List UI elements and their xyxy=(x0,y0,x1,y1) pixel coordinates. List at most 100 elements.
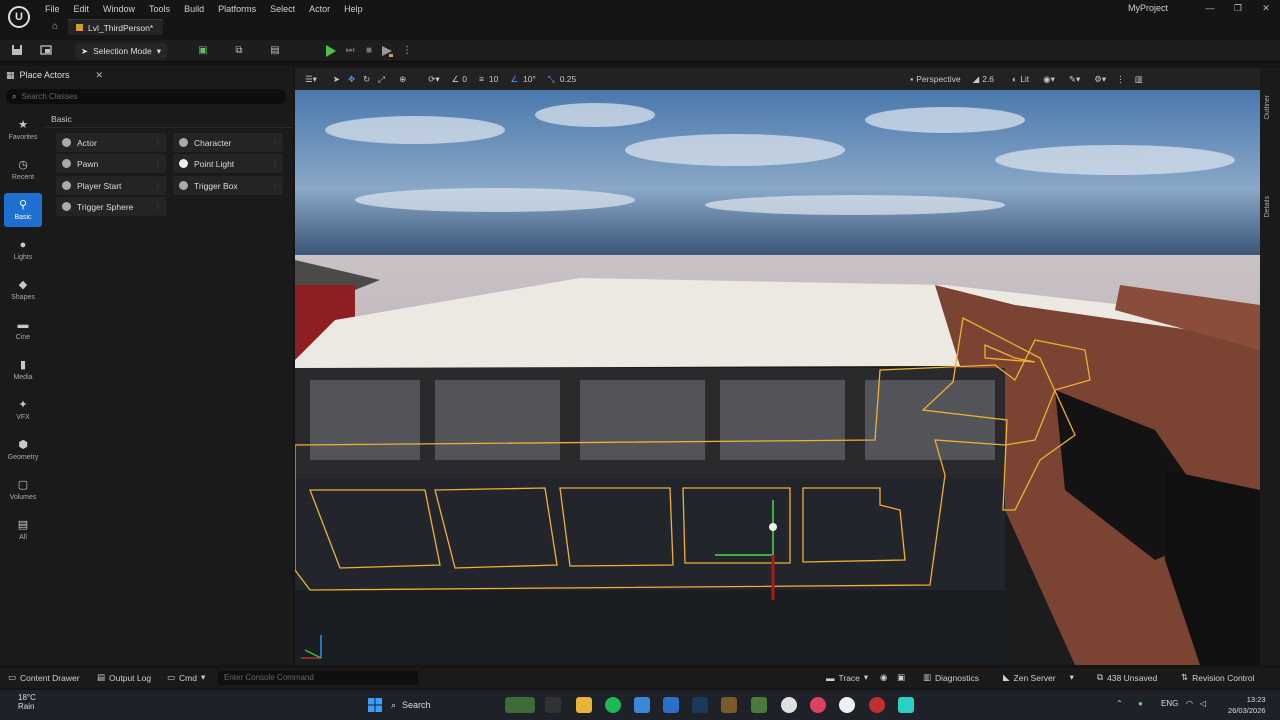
rotate-tool-icon[interactable]: ↻ xyxy=(363,74,370,85)
viewport-options-icon[interactable]: ☰▾ xyxy=(305,74,317,85)
level-viewport[interactable]: ☰▾ ➤ ✥ ↻ ⤢ ⊕ ⟳▾ ∠ 0 ≡ 10 ∠ 10° ⤡ 0.25 ▪ Persp… xyxy=(295,68,1260,665)
play-options-icon[interactable]: ⋮ xyxy=(400,44,414,58)
outliner-tab[interactable]: Outliner xyxy=(1264,95,1271,120)
rotation-snap-icon[interactable]: ∠ xyxy=(510,74,518,85)
actor-item-pawn[interactable]: Pawn ⋮ xyxy=(56,154,166,173)
app-cube-icon[interactable] xyxy=(634,697,650,713)
menu-window[interactable]: Window xyxy=(96,2,142,16)
world-space-icon[interactable]: ⊕ xyxy=(399,74,406,85)
category-vfx[interactable]: ✦ VFX xyxy=(0,390,46,430)
unreal-logo-icon[interactable]: U xyxy=(8,6,30,28)
actor-item-trigger-sphere[interactable]: Trigger Sphere ⋮ xyxy=(56,197,166,216)
eject-icon[interactable] xyxy=(380,44,394,58)
category-cine[interactable]: ▬ Cine xyxy=(0,310,46,350)
select-tool-icon[interactable]: ➤ xyxy=(333,74,340,85)
menu-actor[interactable]: Actor xyxy=(302,2,337,16)
menu-tools[interactable]: Tools xyxy=(142,2,177,16)
level-tab[interactable]: Lvl_ThirdPerson* xyxy=(68,19,164,35)
layout-icon[interactable]: ▥ xyxy=(1135,74,1143,85)
unreal-taskbar-icon[interactable] xyxy=(839,697,855,713)
category-recent[interactable]: ◷ Recent xyxy=(0,150,46,190)
menu-edit[interactable]: Edit xyxy=(67,2,97,16)
tray-chevron-icon[interactable]: ⌃ xyxy=(1116,699,1123,708)
screenshot-icon[interactable]: ▣ xyxy=(897,672,905,683)
diagnostics-button[interactable]: ▥ Diagnostics xyxy=(923,672,979,683)
more-options-icon[interactable]: ⋮ xyxy=(1116,74,1125,85)
lit-dropdown[interactable]: Lit xyxy=(1020,74,1029,84)
scale-snap-icon[interactable]: ⤡ xyxy=(548,74,555,85)
add-actor-icon[interactable]: ▣ xyxy=(196,44,210,58)
actor-item-character[interactable]: Character ⋮ xyxy=(173,133,283,152)
menu-select[interactable]: Select xyxy=(263,2,302,16)
output-log-button[interactable]: ▤ Output Log xyxy=(97,672,151,683)
menu-platforms[interactable]: Platforms xyxy=(211,2,263,16)
grid-snap-icon[interactable]: ≡ xyxy=(479,74,484,84)
menu-file[interactable]: File xyxy=(38,2,67,16)
taskbar-search[interactable]: ⌕ Search xyxy=(391,697,511,713)
show-flags-icon[interactable]: ◉▾ xyxy=(1043,74,1055,85)
menu-help[interactable]: Help xyxy=(337,2,370,16)
category-lights[interactable]: ● Lights xyxy=(0,230,46,270)
app-red-icon[interactable] xyxy=(869,697,885,713)
category-basic[interactable]: ⚲ Basic xyxy=(0,190,46,230)
search-classes-input[interactable]: ⌕ Search Classes xyxy=(6,89,286,104)
actor-item-player-start[interactable]: Player Start ⋮ xyxy=(56,176,166,195)
rotation-snap-value[interactable]: 10° xyxy=(523,74,536,84)
app-brown-icon[interactable] xyxy=(721,697,737,713)
weather-widget[interactable]: 18°C Rain xyxy=(18,693,36,711)
category-media[interactable]: ▮ Media xyxy=(0,350,46,390)
actor-item-point-light[interactable]: Point Light ⋮ xyxy=(173,154,283,173)
close-window-icon[interactable]: ✕ xyxy=(1252,0,1280,16)
record-icon[interactable]: ◉ xyxy=(880,672,887,683)
widgets-icon[interactable] xyxy=(505,697,535,713)
unsaved-button[interactable]: ⧉ 438 Unsaved xyxy=(1097,672,1157,683)
camera-zero-icon[interactable]: ∠ xyxy=(452,74,460,85)
chrome-icon[interactable] xyxy=(781,697,797,713)
category-shapes[interactable]: ◆ Shapes xyxy=(0,270,46,310)
step-icon[interactable]: ⏭ xyxy=(343,44,357,58)
details-tab[interactable]: Details xyxy=(1264,196,1271,217)
app-pink-icon[interactable] xyxy=(810,697,826,713)
stop-icon[interactable]: ■ xyxy=(362,44,376,58)
maximize-icon[interactable]: ❐ xyxy=(1224,0,1252,16)
file-explorer-icon[interactable] xyxy=(576,697,592,713)
system-clock[interactable]: 13:23 26/03/2026 xyxy=(1228,694,1266,716)
revision-control-button[interactable]: ⇅ Revision Control xyxy=(1181,672,1255,683)
category-all[interactable]: ▤ All xyxy=(0,510,46,550)
spotify-icon[interactable] xyxy=(605,697,621,713)
cmd-dropdown[interactable]: ▭ Cmd ▾ xyxy=(167,672,205,683)
zen-server-button[interactable]: ◣ Zen Server ▾ xyxy=(1003,672,1074,683)
settings-gear-icon[interactable]: ⚙▾ xyxy=(1094,74,1106,85)
minimize-icon[interactable]: — xyxy=(1196,0,1224,16)
windows-start-icon[interactable] xyxy=(367,697,383,713)
camera-zero-value[interactable]: 0 xyxy=(462,74,467,84)
content-browser-icon[interactable] xyxy=(39,44,53,58)
category-volumes[interactable]: ▢ Volumes xyxy=(0,470,46,510)
actor-item-actor[interactable]: Actor ⋮ xyxy=(56,133,166,152)
translate-tool-icon[interactable]: ✥ xyxy=(348,74,355,85)
app-dark-icon[interactable] xyxy=(692,697,708,713)
trace-dropdown[interactable]: ▬ Trace ▾ xyxy=(826,672,868,683)
camera-speed-value[interactable]: 2.6 xyxy=(982,74,994,84)
menu-build[interactable]: Build xyxy=(177,2,211,16)
close-panel-icon[interactable]: ✕ xyxy=(95,70,103,81)
volume-icon[interactable]: ◁ xyxy=(1200,699,1206,708)
blueprint-icon[interactable]: ⧉ xyxy=(232,44,246,58)
mic-icon[interactable]: ● xyxy=(1138,699,1143,708)
task-view-icon[interactable] xyxy=(545,697,561,713)
selection-mode-dropdown[interactable]: ➤ Selection Mode ▾ xyxy=(75,43,167,59)
language-indicator[interactable]: ENG xyxy=(1161,699,1178,708)
category-geometry[interactable]: ⬢ Geometry xyxy=(0,430,46,470)
play-button[interactable] xyxy=(322,43,338,59)
grid-snap-value[interactable]: 10 xyxy=(489,74,498,84)
surface-snap-icon[interactable]: ⟳▾ xyxy=(428,74,439,85)
home-icon[interactable]: ⌂ xyxy=(48,20,62,34)
cinematics-icon[interactable]: ▤ xyxy=(268,44,282,58)
category-favorites[interactable]: ★ Favorites xyxy=(0,110,46,150)
scale-tool-icon[interactable]: ⤢ xyxy=(378,74,385,85)
perspective-dropdown[interactable]: Perspective xyxy=(916,74,960,84)
wifi-icon[interactable]: ◠ xyxy=(1186,699,1193,708)
actor-item-trigger-box[interactable]: Trigger Box ⋮ xyxy=(173,176,283,195)
console-input[interactable]: Enter Console Command xyxy=(218,671,418,685)
content-drawer-button[interactable]: ▭ Content Drawer xyxy=(8,672,80,683)
